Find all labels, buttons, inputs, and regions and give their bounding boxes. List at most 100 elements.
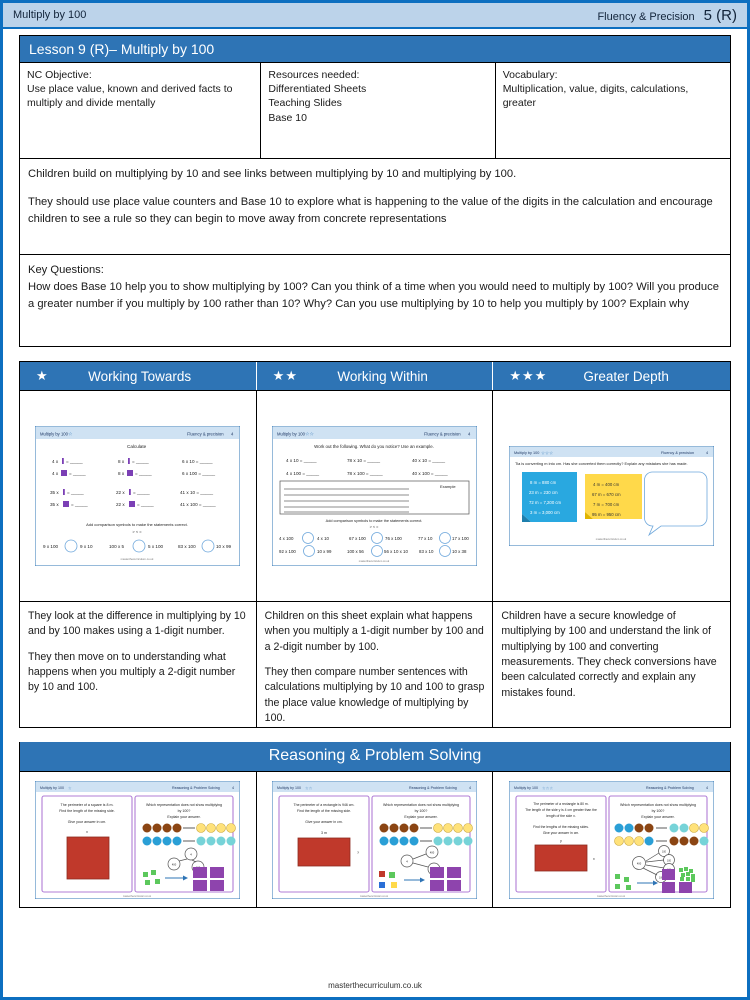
svg-text:67 m = 670 cm: 67 m = 670 cm — [592, 492, 621, 497]
svg-text:Reasoning & Problem Solving: Reasoning & Problem Solving — [172, 786, 220, 790]
reasoning-preview-cell-3[interactable]: Multiply by 100 ☆☆☆ Reasoning & Problem … — [493, 772, 730, 907]
svg-text:y: y — [560, 839, 562, 843]
worksheet-thumbnail-1: Multiply by 100 ☆ Fluency & precision 4 … — [35, 426, 241, 566]
svg-text:78 x 100 = _____: 78 x 100 = _____ — [347, 471, 383, 476]
resources-cell: Resources needed: Differentiated Sheets … — [261, 63, 496, 158]
svg-text:35 x: 35 x — [50, 490, 59, 495]
reasoning-preview-cell-2[interactable]: Multiply by 100 ☆☆ Reasoning & Problem S… — [257, 772, 494, 907]
svg-text:Explain your answer.: Explain your answer. — [404, 815, 437, 819]
svg-text:= _____: = _____ — [135, 471, 152, 476]
svg-text:Fluency & precision: Fluency & precision — [661, 451, 694, 455]
svg-text:8 x: 8 x — [118, 459, 125, 464]
svg-text:> < =: > < = — [133, 529, 143, 534]
differentiation-header-row: ★ Working Towards ★★ Working Within ★★★ … — [20, 362, 730, 390]
vocabulary-cell: Vocabulary: Multiplication, value, digit… — [496, 63, 730, 158]
worksheet-preview-cell-1[interactable]: Multiply by 100 ☆ Fluency & precision 4 … — [20, 391, 257, 601]
page-content: Lesson 9 (R)– Multiply by 100 NC Objecti… — [3, 29, 747, 997]
header-right-group: Fluency & Precision 5 (R) — [597, 7, 737, 24]
diff-header-working-towards: ★ Working Towards — [20, 362, 257, 390]
svg-text:= _____: = _____ — [67, 490, 84, 495]
svg-text:Fluency & precision: Fluency & precision — [424, 432, 461, 437]
reasoning-thumbnail-1: Multiply by 100 ☆ Reasoning & Problem So… — [35, 780, 241, 899]
star-icon-group-2: ★★ — [272, 368, 298, 383]
svg-text:92 x 100: 92 x 100 — [279, 549, 296, 554]
svg-text:17 x 100: 17 x 100 — [452, 536, 469, 541]
svg-text:100: 100 — [662, 850, 667, 853]
svg-text:400: 400 — [430, 850, 435, 854]
svg-text:40 x 100 = _____: 40 x 100 = _____ — [412, 471, 448, 476]
svg-text:Which representation does not: Which representation does not show multi… — [620, 803, 696, 807]
svg-text:The perimeter of a rectangle i: The perimeter of a rectangle is 80 m. — [533, 802, 588, 806]
differentiation-preview-row: Multiply by 100 ☆ Fluency & precision 4 … — [20, 390, 730, 601]
svg-text:Multiply by 100: Multiply by 100 — [277, 432, 306, 437]
svg-text:5 x 100: 5 x 100 — [148, 544, 164, 549]
svg-text:= _____: = _____ — [71, 502, 88, 507]
svg-text:Explain your answer.: Explain your answer. — [168, 815, 201, 819]
svg-text:4: 4 — [469, 786, 471, 790]
vocabulary-label: Vocabulary: — [502, 69, 558, 81]
svg-text:Multiply by 100: Multiply by 100 — [514, 786, 538, 790]
worksheet-preview-cell-3[interactable]: Multiply by 100 ☆☆☆ Fluency & precision … — [493, 391, 730, 601]
svg-text:40 x 10 = _____: 40 x 10 = _____ — [412, 458, 446, 463]
svg-text:Give your answer in cm.: Give your answer in cm. — [543, 831, 579, 835]
svg-text:x: x — [593, 857, 595, 861]
svg-text:= _____: = _____ — [137, 502, 154, 507]
svg-text:= _____: = _____ — [132, 459, 149, 464]
svg-text:83 x 100: 83 x 100 — [178, 544, 196, 549]
key-questions-block: Key Questions: How does Base 10 help you… — [20, 255, 730, 347]
svg-text:41 x 10 = _____: 41 x 10 = _____ — [180, 490, 214, 495]
svg-text:Multiply by 100: Multiply by 100 — [514, 451, 539, 455]
svg-text:Find the lengths of the missin: Find the lengths of the missing sides. — [533, 825, 589, 829]
svg-text:4: 4 — [706, 451, 708, 455]
svg-text:= _____: = _____ — [133, 490, 150, 495]
overview-paragraph-2: They should use place value counters and… — [28, 195, 713, 225]
svg-text:4: 4 — [232, 786, 234, 790]
svg-text:Reasoning & Problem Solving: Reasoning & Problem Solving — [409, 786, 457, 790]
star-icon-group-3: ★★★ — [509, 368, 548, 383]
diff-description-working-within: Children on this sheet explain what happ… — [257, 602, 494, 727]
diff-desc-wt-1: They look at the difference in multiplyi… — [28, 610, 246, 638]
svg-text:☆☆: ☆☆ — [305, 432, 314, 438]
nc-objective-text: Use place value, known and derived facts… — [27, 83, 233, 110]
svg-text:Example: Example — [440, 484, 456, 489]
page-footer: masterthecurriculum.co.uk — [328, 981, 422, 990]
svg-text:masterthecurriculum.co.uk: masterthecurriculum.co.uk — [121, 557, 154, 561]
svg-text:22 x: 22 x — [116, 490, 125, 495]
reasoning-preview-row: Multiply by 100 ☆ Reasoning & Problem So… — [19, 771, 731, 908]
svg-text:4: 4 — [706, 786, 708, 790]
diff-desc-ww-1: Children on this sheet explain what happ… — [264, 610, 484, 653]
svg-text:8 x: 8 x — [118, 471, 125, 476]
svg-text:masterthecurriculum.co.uk: masterthecurriculum.co.uk — [123, 895, 152, 898]
svg-text:56 x 10 x 10: 56 x 10 x 10 — [384, 549, 408, 554]
svg-text:masterthecurriculum.co.uk: masterthecurriculum.co.uk — [596, 537, 627, 541]
reasoning-thumbnail-3: Multiply by 100 ☆☆☆ Reasoning & Problem … — [509, 780, 715, 899]
svg-text:9 x 10: 9 x 10 — [80, 544, 93, 549]
svg-text:> < =: > < = — [370, 525, 380, 529]
svg-text:95 m = 950 cm: 95 m = 950 cm — [592, 512, 621, 517]
svg-text:masterthecurriculum.co.uk: masterthecurriculum.co.uk — [359, 559, 390, 563]
svg-text:The perimeter of a square is 8: The perimeter of a square is 8 m. — [61, 803, 114, 807]
svg-text:8 m = 880 cm: 8 m = 880 cm — [530, 480, 557, 485]
differentiation-table: ★ Working Towards ★★ Working Within ★★★ … — [19, 361, 731, 728]
reasoning-preview-cell-1[interactable]: Multiply by 100 ☆ Reasoning & Problem So… — [20, 772, 257, 907]
svg-text:Give your answer in cm.: Give your answer in cm. — [305, 820, 343, 824]
svg-text:4 m = 400 cm: 4 m = 400 cm — [593, 482, 620, 487]
resource-item-2: Teaching Slides — [268, 97, 342, 110]
header-strand-label: Fluency & Precision — [597, 10, 695, 23]
header-title: Multiply by 100 — [13, 9, 87, 21]
diff-desc-gd-1: Children have a secure knowledge of mult… — [501, 610, 717, 699]
nc-objective-cell: NC Objective: Use place value, known and… — [20, 63, 262, 158]
svg-text:☆: ☆ — [68, 785, 72, 790]
svg-text:Work out the following. What d: Work out the following. What do you noti… — [314, 444, 434, 449]
header-page-number: 5 (R) — [703, 6, 737, 24]
svg-text:The perimeter of a rectangle i: The perimeter of a rectangle is 946 cm. — [294, 803, 355, 807]
svg-text:83 x 10: 83 x 10 — [419, 549, 434, 554]
svg-text:Reasoning & Problem Solving: Reasoning & Problem Solving — [646, 786, 694, 790]
svg-text:= _____: = _____ — [66, 459, 83, 464]
worksheet-preview-cell-2[interactable]: Multiply by 100 ☆☆ Fluency & precision 4… — [257, 391, 494, 601]
diff-desc-wt-2: They then move on to understanding what … — [28, 650, 236, 694]
svg-text:x: x — [86, 830, 88, 834]
svg-text:Multiply by 100: Multiply by 100 — [40, 432, 69, 437]
svg-text:78 x 10 = _____: 78 x 10 = _____ — [347, 458, 381, 463]
